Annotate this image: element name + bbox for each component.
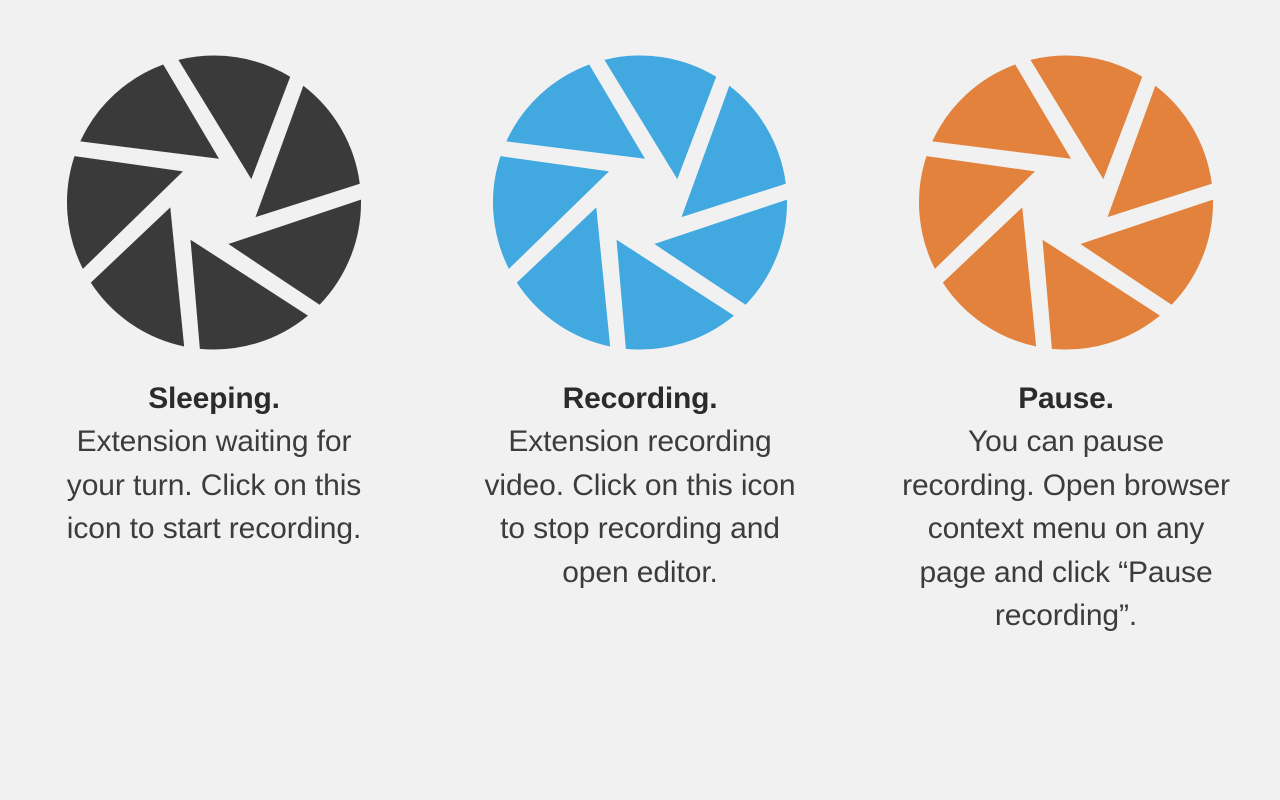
state-card-sleeping: Sleeping. Extension waiting for your tur…: [1, 50, 427, 551]
state-title-pause: Pause.: [1018, 382, 1114, 415]
aperture-blade: [604, 55, 717, 180]
aperture-icon-pause-wrap[interactable]: [916, 50, 1216, 355]
aperture-icon-recording-wrap[interactable]: [490, 50, 790, 355]
state-title-sleeping: Sleeping.: [148, 382, 280, 415]
aperture-icon-sleeping[interactable]: [64, 50, 364, 355]
state-card-pause: Pause. You can pause recording. Open bro…: [853, 50, 1279, 638]
aperture-icon-pause[interactable]: [916, 50, 1216, 355]
aperture-icon-sleeping-wrap[interactable]: [64, 50, 364, 355]
state-card-recording: Recording. Extension recording video. Cl…: [427, 50, 853, 594]
state-description-sleeping: Extension waiting for your turn. Click o…: [66, 425, 362, 545]
state-description-recording: Extension recording video. Click on this…: [484, 425, 796, 589]
state-title-recording: Recording.: [562, 382, 718, 415]
aperture-blade: [1030, 55, 1143, 180]
states-board: Sleeping. Extension waiting for your tur…: [0, 0, 1280, 800]
aperture-blade: [178, 55, 291, 180]
aperture-icon-recording[interactable]: [490, 50, 790, 355]
state-description-pause: You can pause recording. Open browser co…: [902, 425, 1230, 632]
